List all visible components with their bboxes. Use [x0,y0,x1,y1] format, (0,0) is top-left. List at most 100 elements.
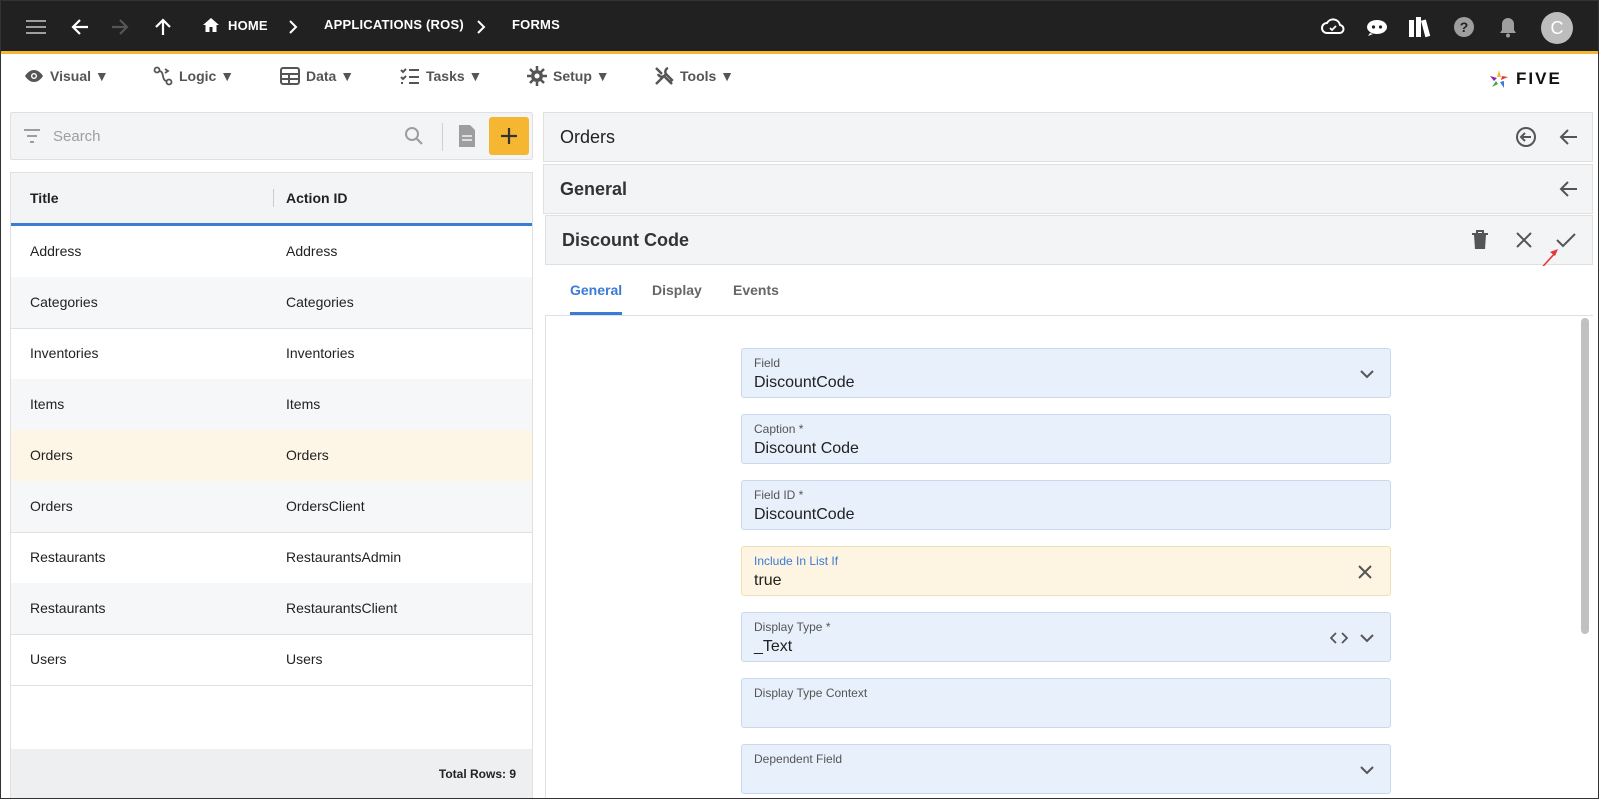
table-row-selected[interactable]: Orders Orders [11,430,532,482]
row-action-id: Inventories [286,345,355,361]
filter-icon[interactable] [23,128,41,144]
chevron-down-icon[interactable] [1356,363,1378,385]
table-row[interactable]: Categories Categories [11,277,532,329]
display-type-value: _Text [754,638,793,655]
display-type-context-label: Display Type Context [754,686,868,700]
row-title: Categories [30,294,98,310]
column-header-action-id[interactable]: Action ID [286,190,347,206]
row-title: Inventories [30,345,99,361]
delete-trash-icon[interactable] [1466,226,1494,254]
breadcrumb-applications[interactable]: APPLICATIONS (ROS) [324,17,464,32]
menu-setup-label: Setup ▼ [553,68,610,84]
dependent-field-select[interactable]: Dependent Field [741,744,1391,794]
five-logo: FIVE [1488,68,1562,90]
breadcrumb-forms[interactable]: FORMS [512,17,560,32]
display-type-label: Display Type * [754,620,831,634]
hamburger-menu-icon[interactable] [21,12,51,42]
caption-label: Caption * [754,422,804,436]
menu-tasks[interactable]: Tasks ▼ [400,63,482,89]
orders-panel-title: Orders [560,127,616,147]
row-title: Address [30,243,82,259]
dependent-field-label: Dependent Field [754,752,843,766]
row-title: Orders [30,498,73,514]
menu-logic[interactable]: Logic ▼ [153,63,234,89]
row-title: Restaurants [30,600,106,616]
code-icon[interactable] [1328,627,1350,649]
table-row[interactable]: Restaurants RestaurantsClient [11,583,532,635]
include-in-list-if-value: true [754,572,782,589]
table-row[interactable]: Restaurants RestaurantsAdmin [11,532,532,584]
menu-setup[interactable]: Setup ▼ [527,63,610,89]
forward-arrow-icon[interactable] [105,12,135,42]
search-bar [10,112,533,160]
field-id-field[interactable]: Field ID * DiscountCode [741,480,1391,530]
tab-events[interactable]: Events [733,282,779,298]
table-row[interactable]: Users Users [11,634,532,686]
menu-bar: Visual ▼ Logic ▼ Data ▼ Tasks ▼ Setup ▼ … [0,57,1599,97]
menu-visual-label: Visual ▼ [50,68,109,84]
column-header-title[interactable]: Title [30,190,59,206]
include-in-list-if-field[interactable]: Include In List If true [741,546,1391,596]
field-id-value: DiscountCode [754,506,855,523]
up-arrow-icon[interactable] [148,12,178,42]
add-record-button[interactable] [489,117,529,155]
display-type-context-field[interactable]: Display Type Context [741,678,1391,728]
back-arrow-icon[interactable] [65,12,95,42]
cloud-sync-icon[interactable] [1318,12,1348,42]
menu-data-label: Data ▼ [306,68,355,84]
form-scrollbar[interactable] [1581,318,1589,634]
menu-logic-label: Logic ▼ [179,68,235,84]
table-row[interactable]: Address Address [11,226,532,278]
clear-icon[interactable] [1354,561,1376,583]
row-action-id: OrdersClient [286,498,365,514]
active-tab-indicator [570,312,622,315]
field-value: DiscountCode [754,374,855,391]
record-panel-title: Discount Code [562,230,690,250]
record-tabs: General Display Events [545,266,1593,316]
library-books-icon[interactable] [1405,12,1435,42]
menu-visual[interactable]: Visual ▼ [24,63,109,89]
field-select[interactable]: Field DiscountCode [741,348,1391,398]
chevron-down-icon[interactable] [1356,627,1378,649]
tab-display[interactable]: Display [652,282,702,298]
menu-tools[interactable]: Tools ▼ [654,63,734,89]
document-icon[interactable] [457,124,477,148]
breadcrumb-home[interactable]: HOME [202,17,268,33]
search-icon[interactable] [404,126,424,146]
breadcrumb-home-label: HOME [228,17,268,33]
forms-list: Title Action ID Address Address Categori… [10,172,533,799]
display-type-select[interactable]: Display Type * _Text [741,612,1391,662]
chevron-right-icon [473,17,489,37]
tasks-icon [400,68,419,84]
history-back-icon[interactable] [1512,123,1540,151]
general-panel-title: General [560,179,628,199]
home-icon [203,18,219,32]
caption-field[interactable]: Caption * Discount Code [741,414,1391,464]
table-row[interactable]: Orders OrdersClient [11,481,532,533]
tab-general[interactable]: General [570,282,622,298]
notifications-bell-icon[interactable] [1493,12,1523,42]
chevron-down-icon[interactable] [1356,759,1378,781]
row-action-id: RestaurantsClient [286,600,398,616]
row-title: Restaurants [30,549,106,565]
table-row[interactable]: Items Items [11,379,532,431]
arrow-left-icon[interactable] [1555,123,1583,151]
menu-data[interactable]: Data ▼ [280,63,354,89]
chat-bot-icon[interactable] [1362,12,1392,42]
chevron-right-icon [285,17,301,37]
menu-tools-label: Tools ▼ [680,68,735,84]
breadcrumb-applications-label: APPLICATIONS (ROS) [324,17,464,32]
help-icon[interactable]: ? [1449,12,1479,42]
column-divider [273,189,274,207]
search-input[interactable] [53,123,393,149]
search-divider [442,123,443,151]
table-icon [280,67,300,85]
table-row[interactable]: Inventories Inventories [11,328,532,380]
top-bar: HOME APPLICATIONS (ROS) FORMS ? C [0,0,1599,54]
row-action-id: Users [286,651,323,667]
arrow-left-icon[interactable] [1555,175,1583,203]
record-panel-header: Discount Code [545,215,1593,265]
row-action-id: Items [286,396,321,412]
five-logo-icon [1490,70,1508,88]
user-avatar[interactable]: C [1541,12,1573,44]
